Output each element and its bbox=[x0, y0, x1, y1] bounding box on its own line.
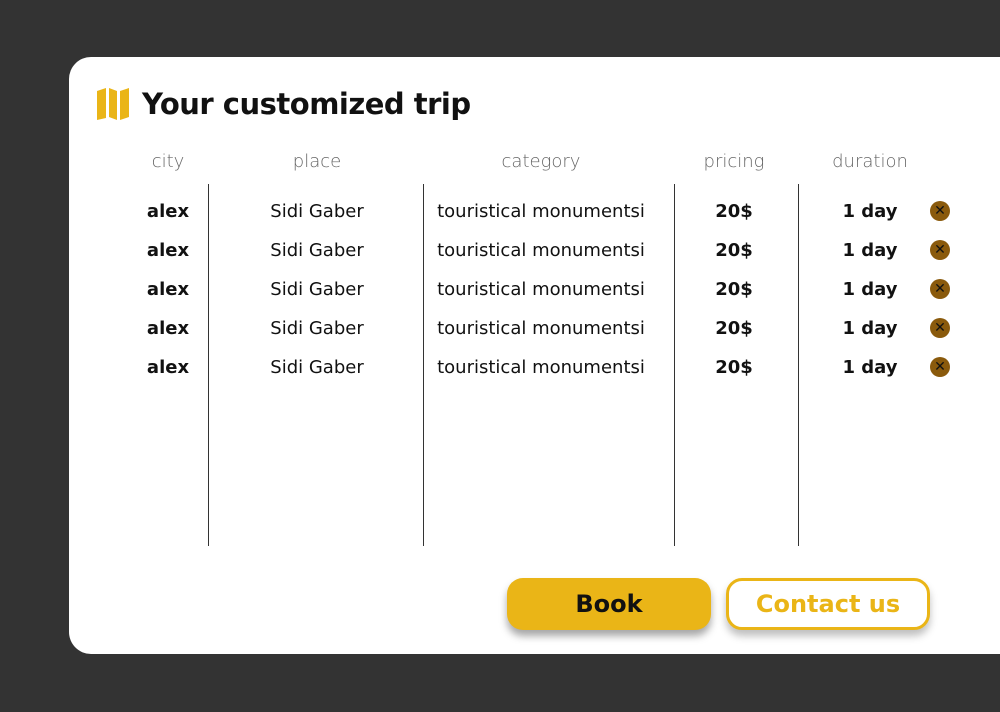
cell-city: alex bbox=[146, 357, 190, 378]
cell-category: touristical monumentsi bbox=[437, 240, 645, 261]
title-row: Your customized trip bbox=[96, 84, 471, 124]
column-header-pricing: pricing bbox=[703, 151, 765, 172]
cell-pricing: 20$ bbox=[715, 318, 753, 339]
table-row: alex Sidi Gaber touristical monumentsi 20$ 1… bbox=[69, 318, 1000, 354]
map-icon bbox=[97, 88, 129, 120]
cell-place: Sidi Gaber bbox=[270, 201, 364, 222]
cell-pricing: 20$ bbox=[715, 279, 753, 300]
remove-row-button[interactable]: ✕ bbox=[930, 279, 950, 299]
column-header-category: category bbox=[501, 151, 581, 172]
remove-row-button[interactable]: ✕ bbox=[930, 357, 950, 377]
trip-panel: Your customized trip city place category pr… bbox=[69, 57, 1000, 654]
cell-category: touristical monumentsi bbox=[437, 201, 645, 222]
cell-pricing: 20$ bbox=[715, 240, 753, 261]
book-button[interactable]: Book bbox=[507, 578, 711, 630]
cell-duration: 1 day bbox=[842, 240, 898, 261]
cell-city: alex bbox=[146, 240, 190, 261]
cell-city: alex bbox=[146, 201, 190, 222]
table-row: alex Sidi Gaber touristical monumentsi 20$ 1… bbox=[69, 357, 1000, 393]
table-row: alex Sidi Gaber touristical monumentsi 20$ 1… bbox=[69, 240, 1000, 276]
cell-pricing: 20$ bbox=[715, 357, 753, 378]
table-row: alex Sidi Gaber touristical monumentsi 20$ 1… bbox=[69, 279, 1000, 315]
remove-row-button[interactable]: ✕ bbox=[930, 318, 950, 338]
cell-duration: 1 day bbox=[842, 318, 898, 339]
cell-duration: 1 day bbox=[842, 201, 898, 222]
column-header-city: city bbox=[151, 151, 185, 172]
remove-row-button[interactable]: ✕ bbox=[930, 201, 950, 221]
cell-place: Sidi Gaber bbox=[270, 318, 364, 339]
cell-category: touristical monumentsi bbox=[437, 318, 645, 339]
remove-row-button[interactable]: ✕ bbox=[930, 240, 950, 260]
contact-us-button[interactable]: Contact us bbox=[726, 578, 930, 630]
cell-city: alex bbox=[146, 279, 190, 300]
cell-city: alex bbox=[146, 318, 190, 339]
cell-pricing: 20$ bbox=[715, 201, 753, 222]
page-title: Your customized trip bbox=[142, 87, 471, 121]
cell-duration: 1 day bbox=[842, 279, 898, 300]
cell-place: Sidi Gaber bbox=[270, 240, 364, 261]
cell-place: Sidi Gaber bbox=[270, 357, 364, 378]
column-header-place: place bbox=[292, 151, 342, 172]
column-header-duration: duration bbox=[832, 151, 908, 172]
cell-category: touristical monumentsi bbox=[437, 357, 645, 378]
table-row: alex Sidi Gaber touristical monumentsi 20$ 1… bbox=[69, 201, 1000, 237]
cell-category: touristical monumentsi bbox=[437, 279, 645, 300]
cell-duration: 1 day bbox=[842, 357, 898, 378]
cell-place: Sidi Gaber bbox=[270, 279, 364, 300]
